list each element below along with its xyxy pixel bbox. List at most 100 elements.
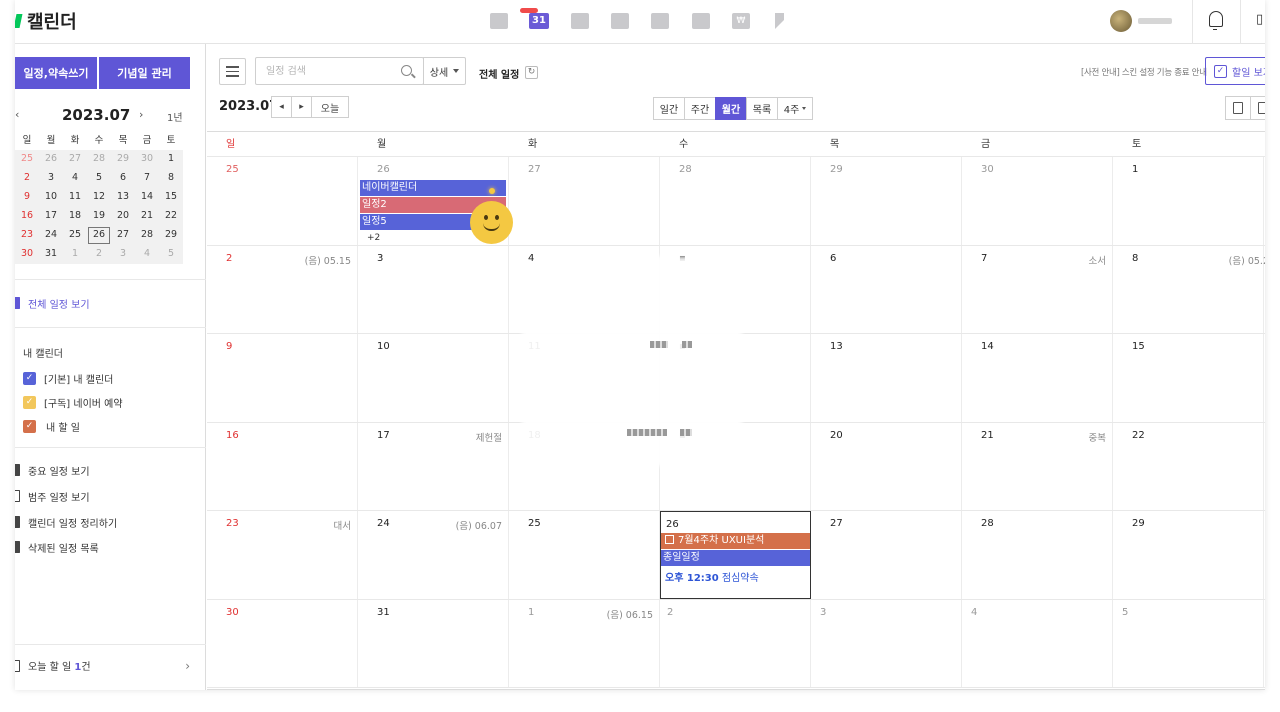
- day-cell[interactable]: 1: [1113, 157, 1264, 245]
- calendar-item-todo[interactable]: ✓ 내 할 일: [23, 417, 80, 435]
- mini-day[interactable]: 29: [111, 150, 135, 169]
- mini-day[interactable]: 15: [159, 188, 183, 207]
- mini-day[interactable]: 2: [15, 169, 39, 188]
- mini-day[interactable]: 17: [39, 207, 63, 226]
- mini-day-today[interactable]: 26: [87, 226, 111, 245]
- search-input[interactable]: [256, 58, 394, 84]
- flag-icon[interactable]: [775, 13, 784, 29]
- day-cell[interactable]: 20: [811, 422, 962, 510]
- mini-day[interactable]: 28: [87, 150, 111, 169]
- notice-link[interactable]: [사전 안내] 스킨 설정 기능 종료 안내: [1081, 66, 1207, 78]
- mini-day[interactable]: 16: [15, 207, 39, 226]
- print-button[interactable]: [1225, 96, 1251, 120]
- mini-day[interactable]: 29: [159, 226, 183, 245]
- mini-day[interactable]: 21: [135, 207, 159, 226]
- mini-day[interactable]: 6: [111, 169, 135, 188]
- mini-day[interactable]: 12: [87, 188, 111, 207]
- mini-day[interactable]: 24: [39, 226, 63, 245]
- mini-next-icon[interactable]: ›: [139, 108, 143, 121]
- mini-day[interactable]: 2: [87, 245, 111, 264]
- pay-icon[interactable]: ₩: [732, 13, 750, 29]
- profile-name-redacted[interactable]: [1138, 18, 1172, 24]
- day-cell[interactable]: 28: [660, 157, 811, 245]
- mini-day[interactable]: 5: [159, 245, 183, 264]
- day-cell[interactable]: 2 (음) 05.15: [207, 245, 358, 333]
- day-cell[interactable]: 5: [1113, 599, 1264, 687]
- day-cell[interactable]: 13: [811, 334, 962, 422]
- mini-day[interactable]: 8: [159, 169, 183, 188]
- search-icon[interactable]: [401, 65, 412, 76]
- day-cell[interactable]: 15: [1113, 334, 1264, 422]
- deleted-schedules-link[interactable]: 삭제된 일정 목록: [15, 538, 99, 556]
- mini-day[interactable]: 4: [135, 245, 159, 264]
- tab-day[interactable]: 일간: [653, 97, 685, 120]
- mini-day[interactable]: 1: [159, 150, 183, 169]
- mail-icon[interactable]: [490, 13, 508, 29]
- day-cell[interactable]: 22: [1113, 422, 1264, 510]
- checkbox-icon[interactable]: [665, 534, 674, 544]
- mini-day[interactable]: 11: [63, 188, 87, 207]
- prev-month-button[interactable]: ◂: [271, 96, 292, 118]
- day-cell[interactable]: 10: [358, 334, 509, 422]
- day-cell[interactable]: 28: [962, 511, 1113, 599]
- mini-day[interactable]: 3: [111, 245, 135, 264]
- day-cell[interactable]: 27: [811, 511, 962, 599]
- app-logo[interactable]: 캘린더: [15, 8, 77, 34]
- day-cell[interactable]: 3: [811, 599, 962, 687]
- mini-day[interactable]: 27: [111, 226, 135, 245]
- mini-day[interactable]: 31: [39, 245, 63, 264]
- mini-day[interactable]: 13: [111, 188, 135, 207]
- mini-day[interactable]: 4: [63, 169, 87, 188]
- calendar-item-default[interactable]: ✓ [기본] 내 캘린더: [23, 369, 113, 387]
- day-cell[interactable]: 21 중복: [962, 422, 1113, 510]
- day-cell[interactable]: 9: [207, 334, 358, 422]
- day-cell[interactable]: 25: [207, 157, 358, 245]
- day-cell[interactable]: 8 (음) 05.2: [1113, 245, 1265, 333]
- category-schedules-link[interactable]: 범주 일정 보기: [15, 487, 90, 505]
- day-cell[interactable]: 3: [358, 245, 509, 333]
- day-cell[interactable]: 2: [660, 599, 811, 687]
- day-cell[interactable]: 17 제헌절: [358, 422, 509, 510]
- list-icon[interactable]: [571, 13, 589, 29]
- contact-icon[interactable]: [611, 13, 629, 29]
- check-icon[interactable]: ✓: [23, 371, 36, 385]
- mini-day[interactable]: 5: [87, 169, 111, 188]
- refresh-icon[interactable]: ↻: [525, 66, 538, 79]
- tab-week[interactable]: 주간: [684, 97, 716, 120]
- mini-day[interactable]: 30: [15, 245, 39, 264]
- day-cell[interactable]: 25: [509, 511, 660, 599]
- tab-4weeks[interactable]: 4주: [777, 97, 813, 120]
- day-cell[interactable]: 23 대서: [207, 511, 358, 599]
- mini-day[interactable]: 30: [135, 150, 159, 169]
- today-todo-link[interactable]: 오늘 할 일 1건 ›: [15, 658, 190, 673]
- detail-search-button[interactable]: 상세: [423, 57, 466, 85]
- avatar[interactable]: [1110, 10, 1132, 32]
- day-cell[interactable]: 30: [962, 157, 1113, 245]
- todo-event[interactable]: 7월4주차 UXUI분석: [661, 533, 810, 549]
- mini-day[interactable]: 18: [63, 207, 87, 226]
- next-month-button[interactable]: ▸: [291, 96, 312, 118]
- mini-day[interactable]: 19: [87, 207, 111, 226]
- mini-day[interactable]: 26: [39, 150, 63, 169]
- mini-day[interactable]: 28: [135, 226, 159, 245]
- bell-icon[interactable]: [1209, 11, 1223, 30]
- day-cell[interactable]: 7 소서: [962, 245, 1113, 333]
- day-cell[interactable]: 1 (음) 06.15: [509, 599, 660, 687]
- mini-day[interactable]: 20: [111, 207, 135, 226]
- mini-day[interactable]: 1: [63, 245, 87, 264]
- day-cell[interactable]: 6: [811, 245, 962, 333]
- day-cell-today[interactable]: 26 7월4주차 UXUI분석 종일일정 오후 12:30 점심약속: [660, 511, 811, 599]
- day-cell[interactable]: 4: [962, 599, 1113, 687]
- day-cell[interactable]: 27: [509, 157, 660, 245]
- mini-prev-icon[interactable]: ‹: [15, 108, 19, 121]
- tab-list[interactable]: 목록: [746, 97, 778, 120]
- menu-grid-icon[interactable]: ▯: [1256, 12, 1263, 27]
- layout-button[interactable]: [1250, 96, 1265, 120]
- important-schedules-link[interactable]: 중요 일정 보기: [15, 461, 90, 479]
- mini-day[interactable]: 10: [39, 188, 63, 207]
- calendar-item-reservation[interactable]: ✓ [구독] 네이버 예약: [23, 393, 123, 411]
- day-cell[interactable]: 29: [1113, 511, 1264, 599]
- day-cell[interactable]: 31: [358, 599, 509, 687]
- mini-day[interactable]: 22: [159, 207, 183, 226]
- mini-day[interactable]: 9: [15, 188, 39, 207]
